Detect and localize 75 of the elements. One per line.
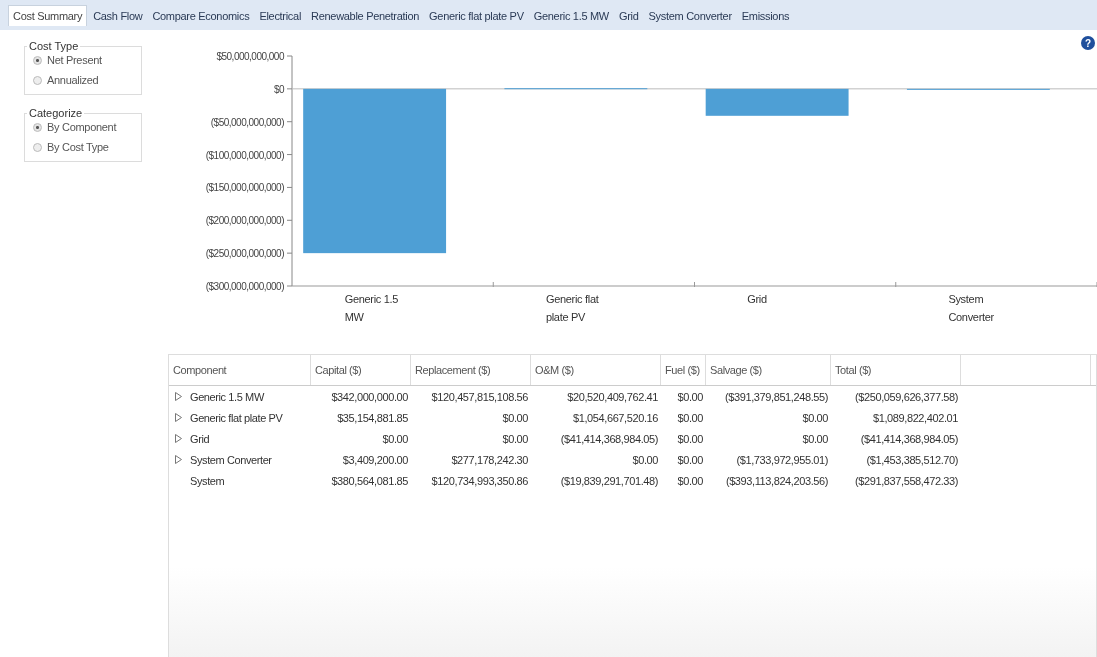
table-cell: Generic flat plate PV [190,411,283,424]
y-tick-label: ($200,000,000,000) [205,215,284,227]
table-cell: Generic 1.5 MW [190,390,264,403]
table-cell-text: $0.00 [676,432,704,445]
y-tick-label: ($300,000,000,000) [205,281,284,292]
table-cell-text: $1,054,667,520.16 [572,411,659,424]
table-cell: Grid [190,432,210,445]
table-cell-text: ($41,414,368,984.05) [559,432,659,445]
tab[interactable]: Renewable Penetration [307,6,424,26]
table-cell-text: $0.00 [676,411,704,424]
table-cell-text: $342,000,000.00 [330,390,409,403]
tab[interactable]: Emissions [737,6,794,26]
tab[interactable]: Grid [614,6,643,26]
column-header[interactable]: Component [169,355,311,385]
tab[interactable]: Compare Economics [148,6,254,26]
column-header[interactable]: O&M ($) [531,355,661,385]
table-cell: System [190,474,225,487]
x-category-label: System Converter [948,292,995,325]
x-category-label: Generic 1.5 MW [344,292,400,325]
tab[interactable]: Cost Summary [8,5,88,26]
table-cell-text: ($41,414,368,984.05) [859,432,959,445]
y-tick-label: ($250,000,000,000) [205,248,284,260]
tab[interactable]: Electrical [255,6,306,26]
table-cell-text: ($1,453,385,512.70) [865,453,959,466]
table-cell-text: $1,089,822,402.01 [872,411,959,424]
table-cell-text: ($19,839,291,701.48) [559,474,659,487]
table-cell-text: $0.00 [801,411,829,424]
table-cell-text: $0.00 [501,411,529,424]
table-cell-text: $0.00 [676,474,704,487]
table-cell-text: ($393,113,824,203.56) [724,474,829,487]
table-cell-text: ($391,379,851,248.55) [724,390,829,403]
radio-button[interactable]: By Cost Type [33,141,135,153]
expand-arrow-icon[interactable] [175,392,182,401]
y-tick-label: ($100,000,000,000) [205,149,284,161]
group-title: Cost Type [28,40,80,52]
column-header[interactable]: Fuel ($) [661,355,706,385]
table-cell-text: $3,409,200.00 [341,453,409,466]
table-cell: System Converter [190,453,272,466]
table-cell-text: $0.00 [501,432,529,445]
table-cell-text: $120,734,993,350.86 [430,474,529,487]
table-cell-text: $35,154,881.85 [336,411,409,424]
table-cell-text: ($291,837,558,472.33) [854,474,959,487]
x-category-label: Generic flat plate PV [545,292,600,325]
table-cell-text: $120,457,815,108.56 [430,390,529,403]
radio-button[interactable]: Net Present [33,54,135,66]
y-tick-label: $50,000,000,000 [216,51,284,62]
y-tick-label: ($150,000,000,000) [205,182,284,194]
table-cell-text: $380,564,081.85 [330,474,409,487]
table-cell-text: $0.00 [676,390,704,403]
table-cell-text: $0.00 [801,432,829,445]
table-cell-text: ($250,059,626,377.58) [854,390,959,403]
expand-arrow-icon[interactable] [175,434,182,443]
x-category-label: Grid [747,292,768,307]
table-cell-text: ($1,733,972,955.01) [735,453,829,466]
column-header[interactable]: Total ($) [831,355,961,385]
expand-arrow-icon[interactable] [175,413,182,422]
help-icon[interactable]: ? [1081,36,1095,50]
group-title: Categorize [28,107,84,119]
radio-button[interactable]: By Component [33,121,135,133]
expand-arrow-icon[interactable] [175,455,182,464]
tab[interactable]: Generic 1.5 MW [529,6,613,26]
y-tick-label: $0 [273,83,284,95]
tab[interactable]: System Converter [644,6,736,26]
table-cell-text: $0.00 [381,432,409,445]
radio-button[interactable]: Annualized [33,74,135,86]
column-header[interactable]: Salvage ($) [706,355,831,385]
column-header[interactable]: Capital ($) [311,355,411,385]
table-cell-text: $20,520,409,762.41 [566,390,659,403]
table-cell-text: $277,178,242.30 [450,453,529,466]
table-cell-text: $0.00 [676,453,704,466]
tab[interactable]: Cash Flow [89,6,147,26]
y-tick-label: ($50,000,000,000) [210,116,284,128]
column-header[interactable]: Replacement ($) [411,355,531,385]
table-cell-text: $0.00 [631,453,659,466]
tab[interactable]: Generic flat plate PV [425,6,528,26]
